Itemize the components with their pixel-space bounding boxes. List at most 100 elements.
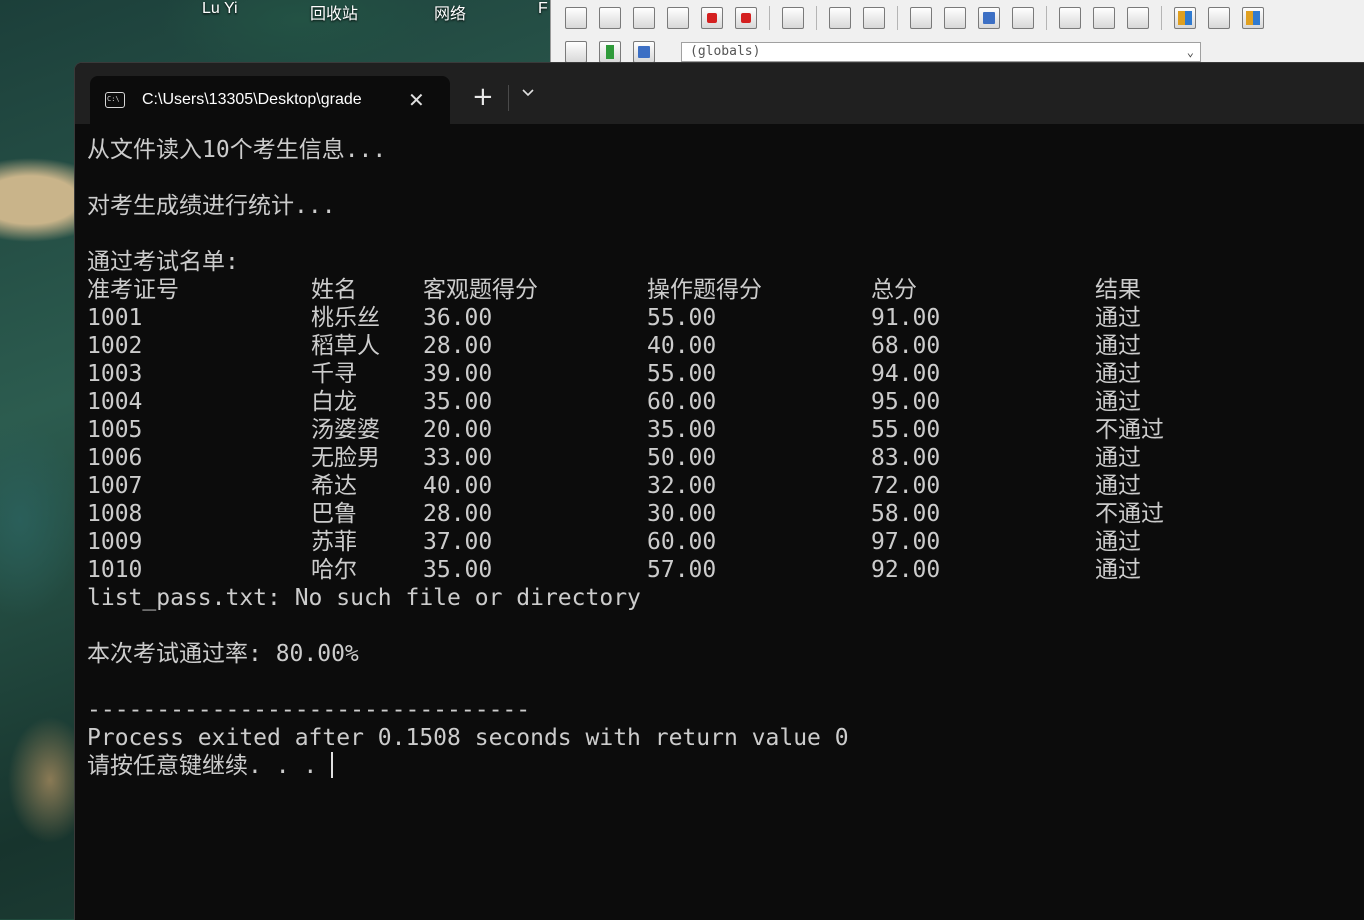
ide-toolbar: (globals) ⌄ — [550, 0, 1364, 64]
chevron-down-icon: ⌄ — [1186, 45, 1194, 59]
toolbar-divider — [1046, 6, 1047, 30]
chevron-down-icon[interactable] — [521, 85, 535, 99]
cell-practical: 32.00 — [647, 473, 717, 499]
cell-name: 巴鲁 — [311, 501, 357, 527]
color-palette-icon[interactable] — [1242, 7, 1264, 29]
cell-total: 83.00 — [871, 445, 941, 471]
cell-practical: 40.00 — [647, 333, 717, 359]
table-row: 1005 汤婆婆 20.00 35.00 55.00 不通过 — [87, 416, 1164, 444]
desktop-icon-recycle-bin[interactable]: 回收站 — [310, 0, 358, 24]
console-output[interactable]: 从文件读入10个考生信息... 对考生成绩进行统计... 通过考试名单: 准考证… — [87, 136, 1164, 780]
cell-name: 汤婆婆 — [311, 417, 380, 443]
table-row: 1004 白龙 35.00 60.00 95.00 通过 — [87, 388, 1141, 416]
cell-total: 68.00 — [871, 333, 941, 359]
cell-result: 通过 — [1095, 333, 1141, 359]
save-all-icon[interactable] — [667, 7, 689, 29]
desktop-icon-partial[interactable]: F — [538, 0, 548, 18]
cell-objective: 20.00 — [423, 417, 493, 443]
save-icon[interactable] — [633, 7, 655, 29]
console-icon — [105, 92, 125, 108]
cell-objective: 28.00 — [423, 501, 493, 527]
cell-name: 稻草人 — [311, 333, 380, 359]
header-practical: 操作题得分 — [647, 277, 762, 303]
cell-id: 1002 — [87, 333, 143, 359]
globals-dropdown[interactable]: (globals) ⌄ — [681, 42, 1201, 62]
table-row: 1001 桃乐丝 36.00 55.00 91.00 通过 — [87, 304, 1141, 332]
globals-value: (globals) — [690, 44, 761, 59]
cell-practical: 57.00 — [647, 557, 717, 583]
undo-icon[interactable] — [829, 7, 851, 29]
console-line-pass-list: 通过考试名单: — [87, 249, 239, 275]
table-row: 1007 希达 40.00 32.00 72.00 通过 — [87, 472, 1141, 500]
window-icon[interactable] — [1208, 7, 1230, 29]
goto-icon[interactable] — [978, 7, 1000, 29]
console-line-stats: 对考生成绩进行统计... — [87, 193, 336, 219]
cell-objective: 35.00 — [423, 389, 493, 415]
cell-result: 通过 — [1095, 361, 1141, 387]
new-file-icon[interactable] — [565, 7, 587, 29]
ide-toolbar-row — [559, 3, 1270, 33]
terminal-window: C:\Users\13305\Desktop\grade ✕ + 从文件读入10… — [74, 62, 1364, 920]
cell-name: 哈尔 — [311, 557, 357, 583]
header-id: 准考证号 — [87, 277, 179, 303]
console-line-pass-rate: 本次考试通过率: 80.00% — [87, 641, 359, 667]
new-tab-button[interactable]: + — [472, 83, 494, 111]
cell-total: 92.00 — [871, 557, 941, 583]
print-icon[interactable] — [782, 7, 804, 29]
tab-title: C:\Users\13305\Desktop\grade — [142, 91, 362, 108]
cell-objective: 40.00 — [423, 473, 493, 499]
bookmark-next-icon[interactable] — [1093, 7, 1115, 29]
desktop-icon-user[interactable]: Lu Yi — [202, 0, 238, 18]
cell-practical: 50.00 — [647, 445, 717, 471]
class-icon[interactable] — [633, 41, 655, 63]
toggle-comment-icon[interactable] — [1127, 7, 1149, 29]
cell-objective: 36.00 — [423, 305, 493, 331]
cell-practical: 60.00 — [647, 389, 717, 415]
cell-total: 95.00 — [871, 389, 941, 415]
indent-icon[interactable] — [1012, 7, 1034, 29]
desktop-icon-network[interactable]: 网络 — [434, 0, 466, 24]
header-result: 结果 — [1095, 277, 1141, 303]
table-body: 1001 桃乐丝 36.00 55.00 91.00 通过 1002 稻草人 28.00 40.0… — [87, 304, 1164, 584]
add-file-icon[interactable] — [599, 41, 621, 63]
table-row: 1008 巴鲁 28.00 30.00 58.00 不通过 — [87, 500, 1164, 528]
project-icon[interactable] — [565, 41, 587, 63]
cell-result: 通过 — [1095, 557, 1141, 583]
layout-grid-icon[interactable] — [1174, 7, 1196, 29]
cell-practical: 35.00 — [647, 417, 717, 443]
cell-result: 通过 — [1095, 305, 1141, 331]
cell-objective: 33.00 — [423, 445, 493, 471]
open-file-icon[interactable] — [599, 7, 621, 29]
cell-result: 不通过 — [1095, 501, 1164, 527]
cell-name: 白龙 — [311, 389, 357, 415]
cell-practical: 55.00 — [647, 305, 717, 331]
replace-icon[interactable] — [944, 7, 966, 29]
toolbar-divider — [897, 6, 898, 30]
terminal-tab[interactable]: C:\Users\13305\Desktop\grade ✕ — [90, 76, 450, 124]
redo-icon[interactable] — [863, 7, 885, 29]
cell-objective: 39.00 — [423, 361, 493, 387]
cell-result: 通过 — [1095, 445, 1141, 471]
cell-id: 1008 — [87, 501, 143, 527]
bookmark-prev-icon[interactable] — [1059, 7, 1081, 29]
cell-id: 1007 — [87, 473, 143, 499]
console-line-process: Process exited after 0.1508 seconds with… — [87, 725, 849, 751]
terminal-tab-bar: C:\Users\13305\Desktop\grade ✕ + — [75, 63, 1364, 124]
cell-practical: 60.00 — [647, 529, 717, 555]
cell-objective: 35.00 — [423, 557, 493, 583]
console-line-continue: 请按任意键继续. . . — [87, 752, 849, 780]
cell-objective: 37.00 — [423, 529, 493, 555]
cell-result: 通过 — [1095, 473, 1141, 499]
ide-toolbar-row-2: (globals) ⌄ — [559, 40, 1201, 64]
close-file-icon[interactable] — [701, 7, 723, 29]
find-icon[interactable] — [910, 7, 932, 29]
tab-divider — [508, 85, 509, 111]
cell-id: 1009 — [87, 529, 143, 555]
console-line-read: 从文件读入10个考生信息... — [87, 137, 387, 163]
cell-id: 1006 — [87, 445, 143, 471]
cell-id: 1004 — [87, 389, 143, 415]
close-all-icon[interactable] — [735, 7, 757, 29]
close-tab-button[interactable]: ✕ — [408, 90, 425, 110]
table-row: 1010 哈尔 35.00 57.00 92.00 通过 — [87, 556, 1141, 584]
